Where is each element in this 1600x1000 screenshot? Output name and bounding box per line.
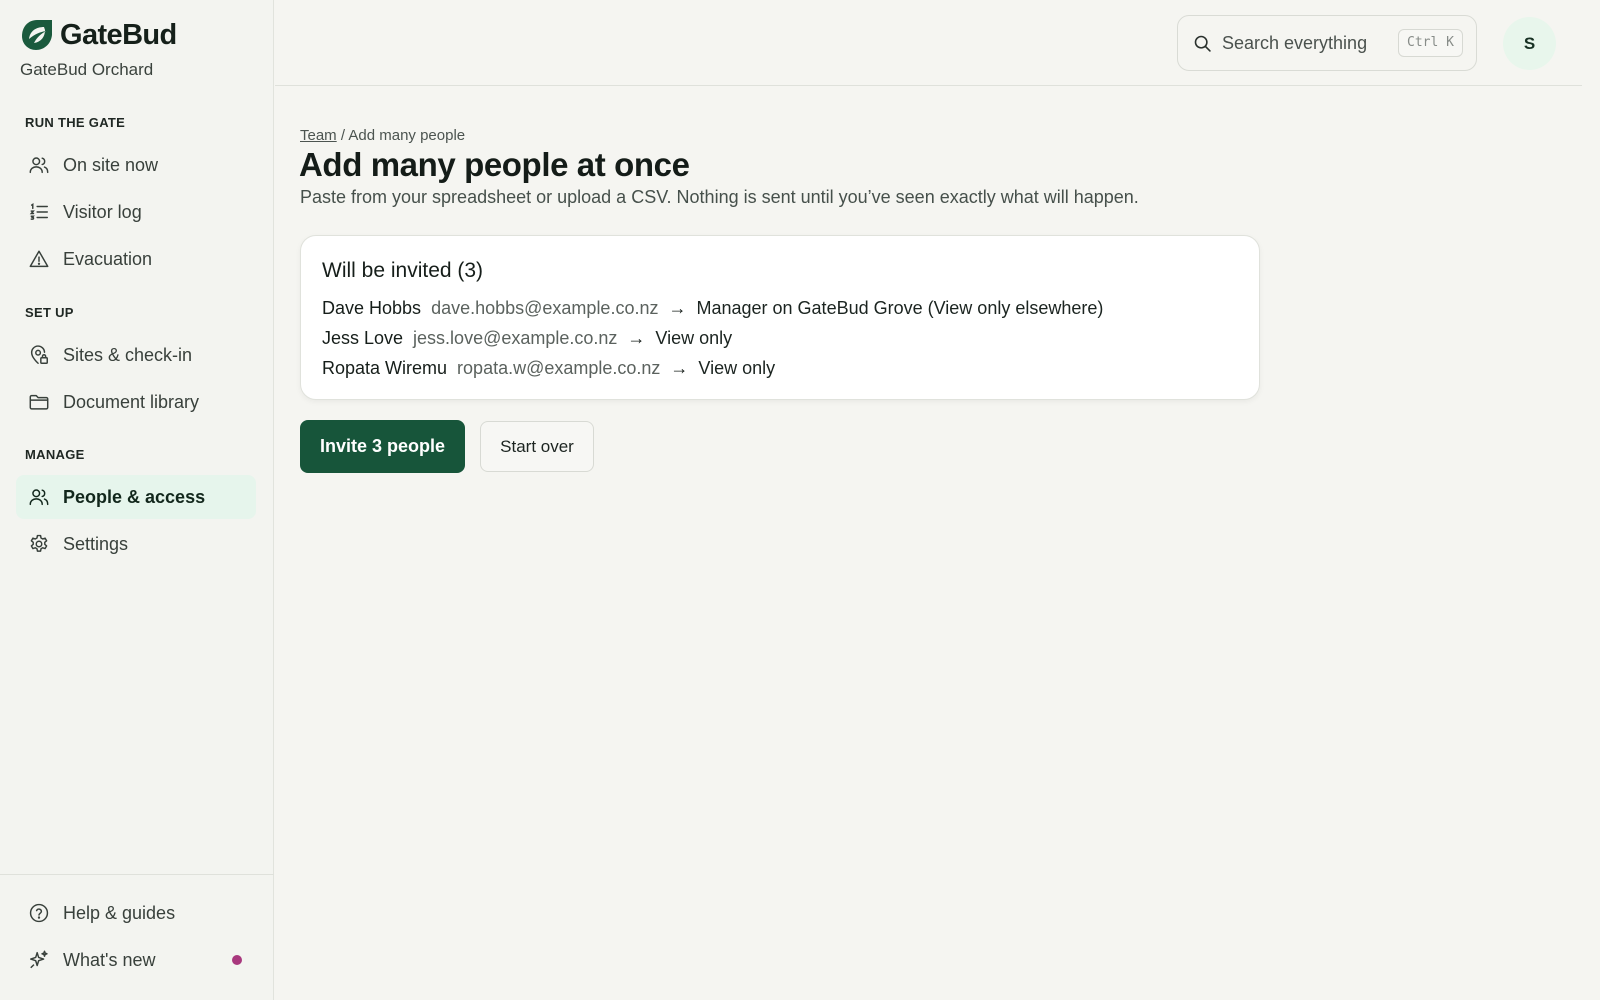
- breadcrumb-link-team[interactable]: Team: [300, 127, 337, 144]
- brand-name: GateBud: [60, 18, 177, 51]
- sidebar-item-label: Evacuation: [63, 248, 153, 269]
- nav-section-run-the-gate: RUN THE GATE: [25, 115, 126, 130]
- arrow-right-icon: →: [627, 328, 646, 348]
- sidebar-item-help-guides[interactable]: Help & guides: [16, 891, 256, 935]
- invitee-email: jess.love@example.co.nz: [413, 328, 618, 348]
- sidebar-item-settings[interactable]: Settings: [16, 522, 256, 566]
- list-numbered-icon: [29, 203, 48, 220]
- warning-triangle-icon: [29, 250, 49, 268]
- list-item: Jess Love jess.love@example.co.nz → View…: [322, 328, 732, 349]
- invite-people-button[interactable]: Invite 3 people: [300, 420, 465, 473]
- avatar[interactable]: S: [1503, 17, 1556, 70]
- sidebar-item-label: People & access: [63, 486, 206, 507]
- arrow-right-icon: →: [670, 358, 689, 378]
- sidebar-item-label: Sites & check-in: [63, 344, 193, 365]
- sidebar-item-whats-new[interactable]: What's new: [16, 938, 256, 982]
- arrow-right-icon: →: [668, 298, 687, 318]
- sidebar-item-document-library[interactable]: Document library: [16, 380, 256, 424]
- invitee-name: Jess Love: [322, 328, 404, 348]
- list-item: Ropata Wiremu ropata.w@example.co.nz → V…: [322, 358, 775, 379]
- sidebar: GateBud GateBud Orchard RUN THE GATE On …: [0, 0, 274, 1000]
- invitee-role: View only: [698, 358, 776, 378]
- help-circle-icon: [29, 903, 49, 923]
- sparkle-icon: [30, 950, 48, 969]
- invitee-name: Ropata Wiremu: [322, 358, 448, 378]
- folder-icon: [29, 394, 49, 410]
- search-placeholder: Search everything: [1222, 32, 1368, 53]
- invitee-email: ropata.w@example.co.nz: [457, 358, 661, 378]
- people-icon: [29, 489, 49, 506]
- leaf-g-logo-icon: [22, 20, 52, 50]
- location-lock-icon: [30, 345, 48, 364]
- people-icon: [29, 157, 49, 174]
- sidebar-item-label: Settings: [63, 533, 129, 554]
- sidebar-item-evacuation[interactable]: Evacuation: [16, 237, 256, 281]
- sidebar-divider: [0, 874, 274, 875]
- org-name: GateBud Orchard: [20, 60, 154, 79]
- search-shortcut-hint: Ctrl K: [1398, 29, 1463, 57]
- sidebar-item-people-access[interactable]: People & access: [16, 475, 256, 519]
- nav-section-set-up: SET UP: [25, 305, 74, 320]
- brand[interactable]: GateBud: [20, 18, 177, 52]
- invitee-role: View only: [655, 328, 733, 348]
- sidebar-item-label: What's new: [63, 949, 156, 970]
- sidebar-item-on-site-now[interactable]: On site now: [16, 143, 256, 187]
- list-item: Dave Hobbs dave.hobbs@example.co.nz → Ma…: [322, 298, 1103, 319]
- invitee-email: dave.hobbs@example.co.nz: [431, 298, 659, 318]
- breadcrumb: Team / Add many people: [300, 127, 465, 144]
- sidebar-item-visitor-log[interactable]: Visitor log: [16, 190, 256, 234]
- sidebar-item-label: Visitor log: [63, 201, 142, 222]
- scrollbar[interactable]: [1582, 0, 1600, 1000]
- search-input[interactable]: Search everything Ctrl K: [1177, 15, 1477, 71]
- breadcrumb-separator: /: [336, 127, 349, 144]
- topbar: Search everything Ctrl K S: [275, 0, 1582, 86]
- invite-preview-card: Will be invited (3) Dave Hobbs dave.hobb…: [300, 235, 1260, 400]
- sidebar-item-label: Help & guides: [63, 902, 176, 923]
- sidebar-item-label: Document library: [63, 391, 200, 412]
- invitee-role: Manager on GateBud Grove (View only else…: [696, 298, 1104, 318]
- new-indicator-dot: [232, 955, 242, 965]
- page-title: Add many people at once: [299, 146, 690, 183]
- breadcrumb-current: Add many people: [348, 127, 466, 144]
- nav-section-manage: MANAGE: [25, 447, 85, 462]
- invitee-name: Dave Hobbs: [322, 298, 422, 318]
- gear-icon: [30, 534, 48, 552]
- page-subtitle: Paste from your spreadsheet or upload a …: [300, 187, 1139, 207]
- sidebar-item-label: On site now: [63, 154, 159, 175]
- start-over-button[interactable]: Start over: [480, 421, 594, 472]
- sidebar-item-sites-check-in[interactable]: Sites & check-in: [16, 333, 256, 377]
- invite-card-title: Will be invited (3): [322, 259, 484, 282]
- search-icon: [1194, 35, 1211, 52]
